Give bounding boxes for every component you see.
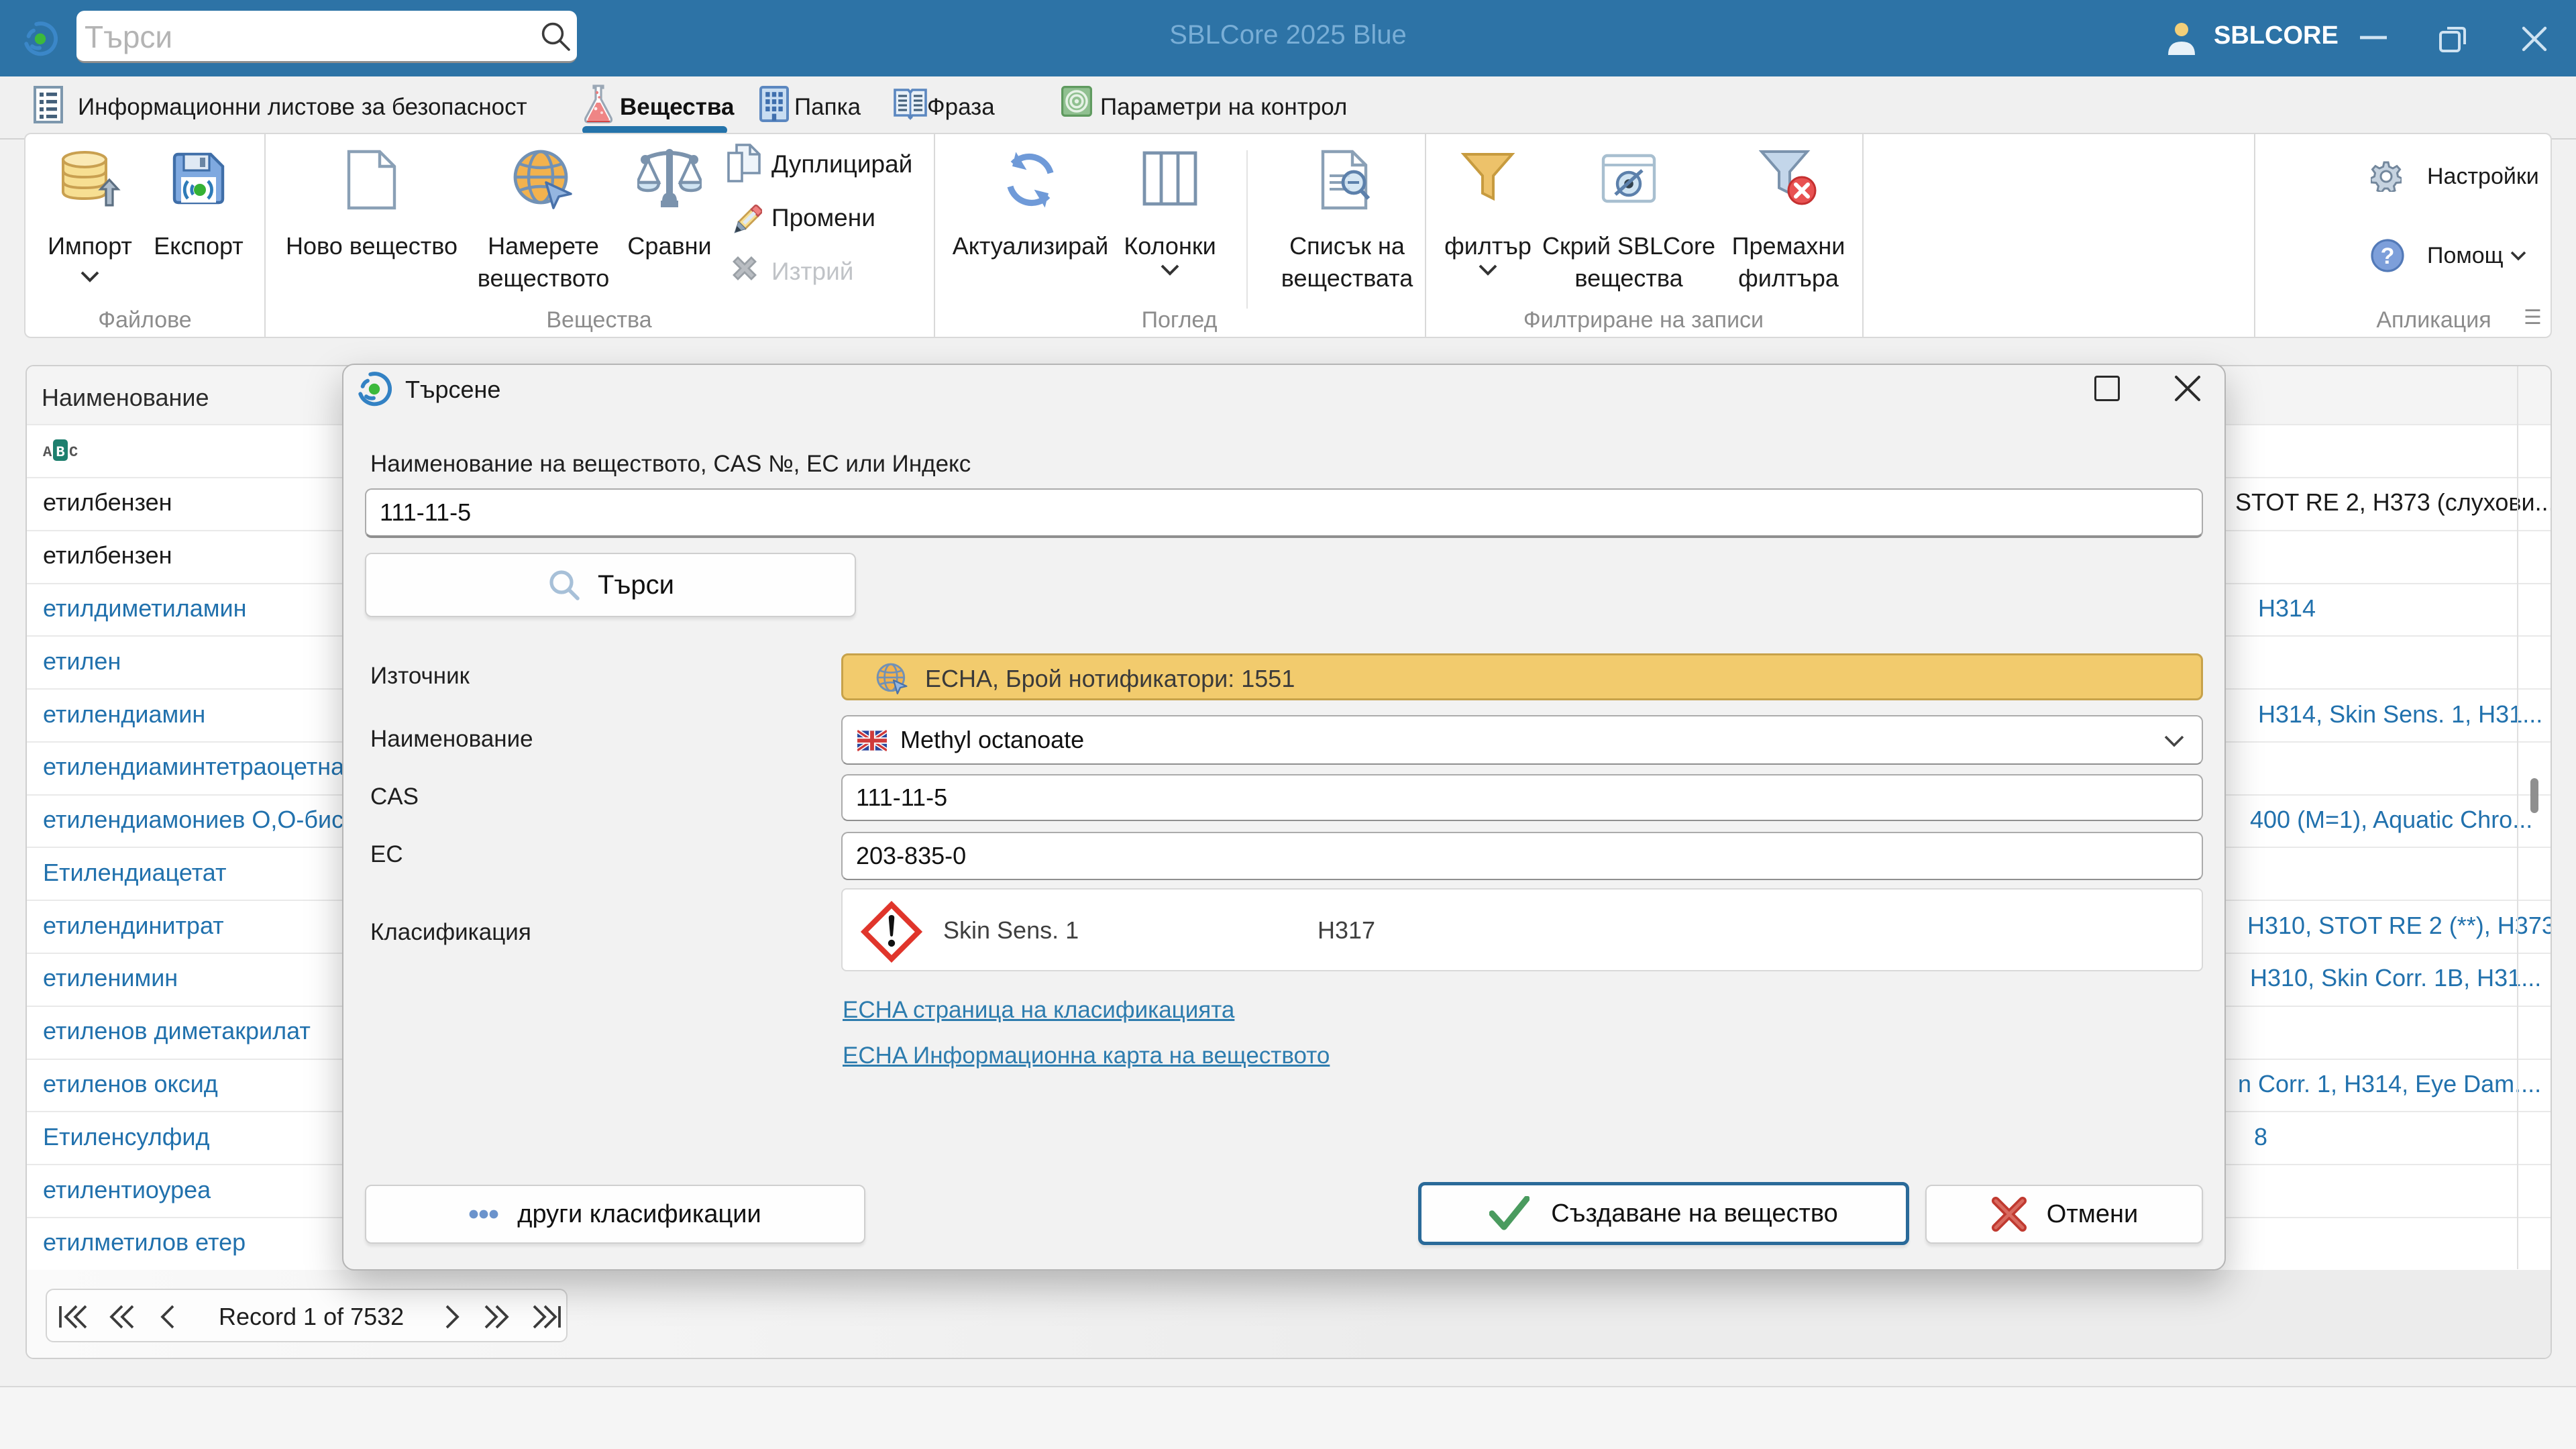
svg-text:A: A [43, 444, 52, 461]
svg-text:?: ? [2381, 244, 2395, 269]
svg-text:B: B [56, 444, 64, 461]
svg-text:C: C [69, 444, 78, 461]
